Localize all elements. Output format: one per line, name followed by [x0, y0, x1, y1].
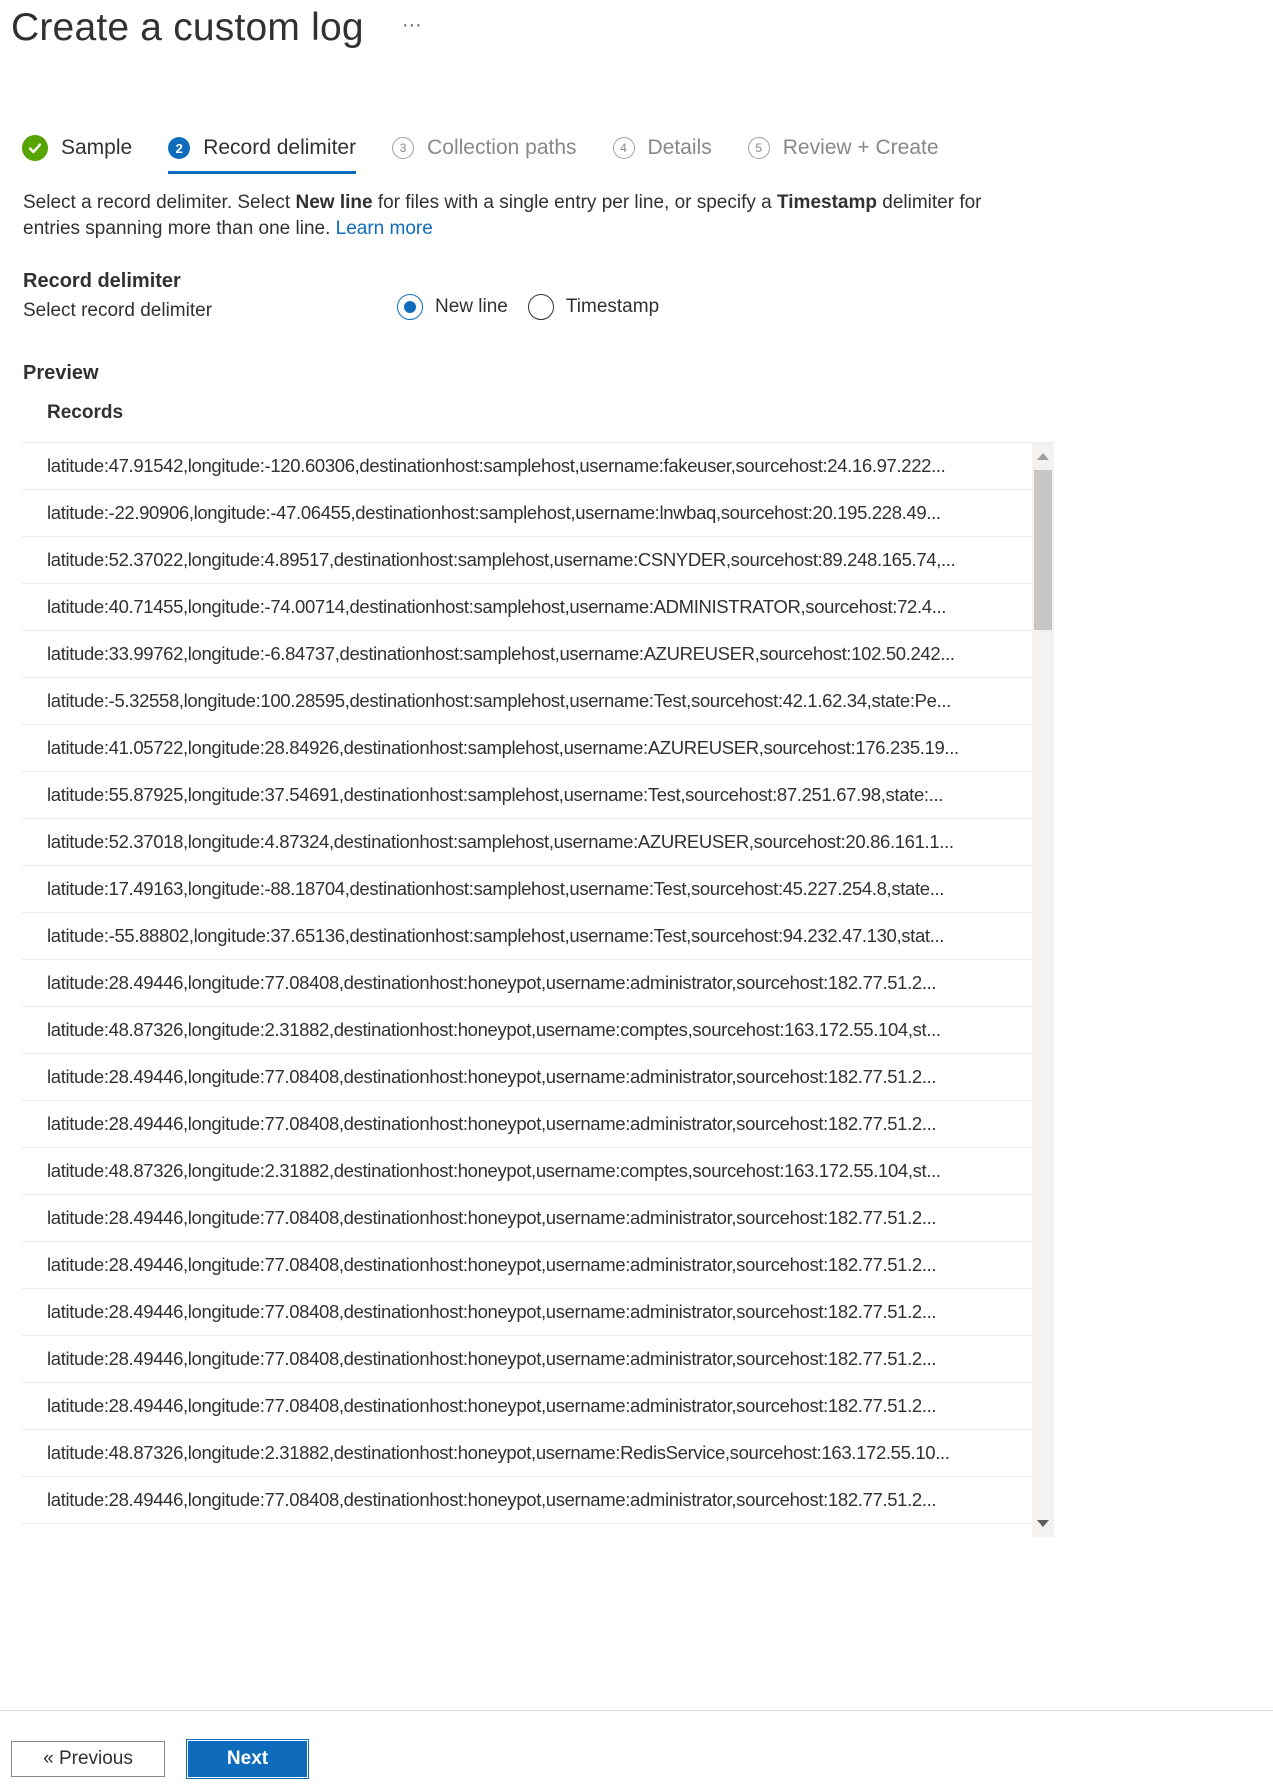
radio-button-checked[interactable]	[397, 294, 423, 320]
next-button[interactable]: Next	[186, 1739, 309, 1779]
step-description: Select a record delimiter. Select New li…	[23, 190, 1023, 242]
radio-button[interactable]	[527, 294, 554, 320]
previous-button[interactable]: « Previous	[11, 1741, 165, 1777]
header: Create a custom log ···	[11, 4, 422, 52]
table-row: latitude:28.49446,longitude:77.08408,des…	[22, 1195, 1032, 1242]
table-row: latitude:52.37018,longitude:4.87324,dest…	[22, 819, 1032, 866]
scrollbar[interactable]	[1032, 443, 1054, 1537]
table-row: latitude:48.87326,longitude:2.31882,dest…	[22, 1007, 1032, 1054]
record-text: latitude:28.49446,longitude:77.08408,des…	[47, 1489, 937, 1510]
table-row: latitude:28.49446,longitude:77.08408,des…	[22, 1101, 1032, 1148]
record-text: latitude:33.99762,longitude:-6.84737,des…	[47, 643, 955, 664]
records-table: latitude:47.91542,longitude:-120.60306,d…	[22, 442, 1054, 1537]
record-text: latitude:28.49446,longitude:77.08408,des…	[47, 1066, 937, 1087]
record-text: latitude:-22.90906,longitude:-47.06455,d…	[47, 502, 941, 523]
table-row: latitude:28.49446,longitude:77.08408,des…	[22, 1242, 1032, 1289]
record-text: latitude:28.49446,longitude:77.08408,des…	[47, 1348, 937, 1369]
record-text: latitude:28.49446,longitude:77.08408,des…	[47, 1207, 937, 1228]
record-text: latitude:52.37022,longitude:4.89517,dest…	[47, 549, 956, 570]
step-number-badge: 2	[168, 137, 191, 159]
step-label: Sample	[61, 136, 133, 159]
preview-title: Preview	[23, 362, 99, 384]
step-details[interactable]: 4 Details	[612, 128, 712, 168]
table-row: latitude:55.87925,longitude:37.54691,des…	[22, 772, 1032, 819]
table-row: latitude:17.49163,longitude:-88.18704,de…	[22, 866, 1032, 913]
step-record-delimiter[interactable]: 2 Record delimiter	[168, 128, 357, 174]
step-label: Record delimiter	[203, 136, 357, 159]
scroll-down-icon[interactable]	[1037, 1520, 1049, 1527]
learn-more-link[interactable]: Learn more	[336, 218, 433, 239]
record-text: latitude:28.49446,longitude:77.08408,des…	[47, 972, 937, 993]
delimiter-radio-group: New line Timestamp	[397, 294, 679, 320]
radio-label: New line	[435, 296, 508, 317]
record-text: latitude:-55.88802,longitude:37.65136,de…	[47, 925, 945, 946]
table-row: latitude:48.87326,longitude:2.31882,dest…	[22, 1430, 1032, 1477]
radio-timestamp[interactable]: Timestamp	[527, 294, 660, 320]
record-text: latitude:28.49446,longitude:77.08408,des…	[47, 1254, 937, 1275]
record-text: latitude:48.87326,longitude:2.31882,dest…	[47, 1019, 941, 1040]
record-text: latitude:17.49163,longitude:-88.18704,de…	[47, 878, 945, 899]
record-text: latitude:28.49446,longitude:77.08408,des…	[47, 1301, 937, 1322]
description-bold: Timestamp	[777, 192, 877, 213]
description-bold: New line	[295, 192, 373, 213]
step-number-badge: 3	[392, 137, 415, 159]
table-row: latitude:28.49446,longitude:77.08408,des…	[22, 1054, 1032, 1101]
scroll-thumb[interactable]	[1034, 470, 1052, 630]
step-number-badge: 5	[747, 137, 770, 159]
record-text: latitude:55.87925,longitude:37.54691,des…	[47, 784, 944, 805]
record-delimiter-title: Record delimiter	[23, 270, 181, 292]
record-text: latitude:52.37018,longitude:4.87324,dest…	[47, 831, 954, 852]
table-row: latitude:-5.32558,longitude:100.28595,de…	[22, 678, 1032, 725]
table-row: latitude:28.49446,longitude:77.08408,des…	[22, 1383, 1032, 1430]
select-delimiter-label: Select record delimiter	[23, 300, 213, 321]
table-row: latitude:28.49446,longitude:77.08408,des…	[22, 1336, 1032, 1383]
wizard-steps: Sample 2 Record delimiter 3 Collection p…	[22, 128, 975, 174]
more-options-icon[interactable]: ···	[402, 15, 422, 35]
step-collection-paths[interactable]: 3 Collection paths	[392, 128, 577, 168]
step-label: Details	[647, 136, 712, 159]
table-row: latitude:33.99762,longitude:-6.84737,des…	[22, 631, 1032, 678]
record-text: latitude:28.49446,longitude:77.08408,des…	[47, 1113, 937, 1134]
table-row: latitude:52.37022,longitude:4.89517,dest…	[22, 537, 1032, 584]
radio-new-line[interactable]: New line	[397, 294, 508, 320]
records-list: latitude:47.91542,longitude:-120.60306,d…	[22, 443, 1032, 1524]
record-text: latitude:41.05722,longitude:28.84926,des…	[47, 737, 959, 758]
record-text: latitude:-5.32558,longitude:100.28595,de…	[47, 690, 951, 711]
table-row: latitude:-22.90906,longitude:-47.06455,d…	[22, 490, 1032, 537]
checkmark-icon	[22, 135, 48, 161]
radio-label: Timestamp	[565, 296, 660, 317]
table-row: latitude:28.49446,longitude:77.08408,des…	[22, 1289, 1032, 1336]
table-row: latitude:47.91542,longitude:-120.60306,d…	[22, 443, 1032, 490]
table-row: latitude:40.71455,longitude:-74.00714,de…	[22, 584, 1032, 631]
step-label: Review + Create	[782, 136, 939, 159]
table-row: latitude:48.87326,longitude:2.31882,dest…	[22, 1148, 1032, 1195]
table-row: latitude:28.49446,longitude:77.08408,des…	[22, 1477, 1032, 1524]
step-sample[interactable]: Sample	[22, 128, 132, 168]
description-text: for files with a single entry per line, …	[372, 192, 778, 213]
step-review-create[interactable]: 5 Review + Create	[747, 128, 939, 168]
table-row: latitude:28.49446,longitude:77.08408,des…	[22, 960, 1032, 1007]
table-row: latitude:-55.88802,longitude:37.65136,de…	[22, 913, 1032, 960]
records-column-header: Records	[47, 402, 124, 423]
footer: « Previous Next	[0, 1710, 1273, 1792]
record-text: latitude:48.87326,longitude:2.31882,dest…	[47, 1442, 950, 1463]
step-number-badge: 4	[612, 137, 635, 159]
scroll-up-icon[interactable]	[1037, 453, 1049, 460]
table-row: latitude:41.05722,longitude:28.84926,des…	[22, 725, 1032, 772]
record-text: latitude:47.91542,longitude:-120.60306,d…	[47, 455, 946, 476]
record-text: latitude:40.71455,longitude:-74.00714,de…	[47, 596, 947, 617]
page-title: Create a custom log	[11, 6, 364, 49]
step-label: Collection paths	[427, 136, 577, 159]
description-text: Select a record delimiter. Select	[23, 192, 296, 213]
record-text: latitude:28.49446,longitude:77.08408,des…	[47, 1395, 937, 1416]
record-text: latitude:48.87326,longitude:2.31882,dest…	[47, 1160, 941, 1181]
